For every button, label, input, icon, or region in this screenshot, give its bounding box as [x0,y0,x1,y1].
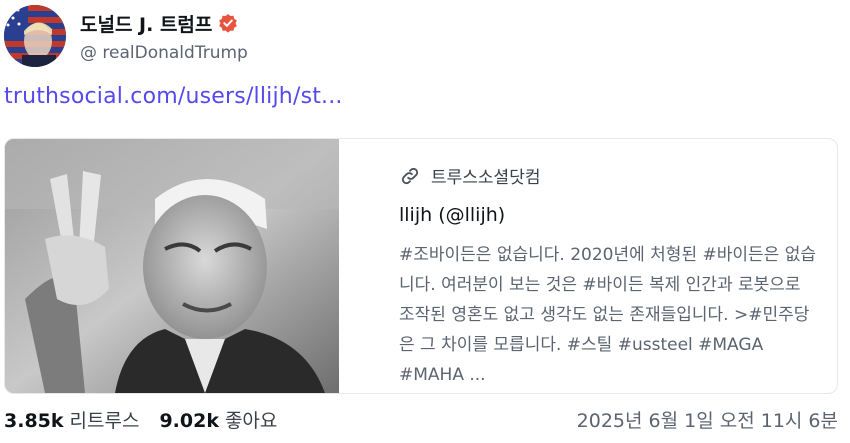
card-provider: 트루스소셜닷컴 [399,163,819,188]
post-header: 도널드 J. 트럼프 @ realDonaldTrump [4,4,248,68]
post-footer: 3.85k 리트루스 9.02k 좋아요 2025년 6월 1일 오전 11시 … [4,406,838,433]
verified-badge-icon [218,13,238,33]
avatar-image [4,5,66,67]
retruths-stat[interactable]: 3.85k 리트루스 [4,406,139,433]
card-provider-name: 트루스소셜닷컴 [431,168,541,188]
portrait-peace-sign-photo [5,139,339,393]
author-handle[interactable]: @ realDonaldTrump [80,43,248,63]
author-info: 도널드 J. 트럼프 @ realDonaldTrump [80,10,248,63]
avatar[interactable] [4,5,66,67]
card-image [5,139,339,393]
post-timestamp[interactable]: 2025년 6월 1일 오전 11시 6분 [577,406,838,433]
card-description: #조바이든은 없습니다. 2020년에 처형된 #바이든은 없습니다. 여러분이… [399,245,816,385]
retruths-count: 3.85k [4,410,64,432]
link-icon [399,165,421,187]
name-row: 도널드 J. 트럼프 [80,10,248,37]
card-body: 트루스소셜닷컴 llijh (@llijh) #조바이든은 없습니다. 2020… [339,139,837,393]
card-title: llijh (@llijh) [399,204,506,226]
post-link[interactable]: truthsocial.com/users/llijh/st... [4,84,343,109]
likes-stat[interactable]: 9.02k 좋아요 [159,406,277,433]
link-preview-card[interactable]: 트루스소셜닷컴 llijh (@llijh) #조바이든은 없습니다. 2020… [4,138,838,394]
author-display-name[interactable]: 도널드 J. 트럼프 [80,10,212,37]
retruths-label: 리트루스 [69,410,140,432]
likes-label: 좋아요 [224,410,278,432]
likes-count: 9.02k [159,410,219,432]
